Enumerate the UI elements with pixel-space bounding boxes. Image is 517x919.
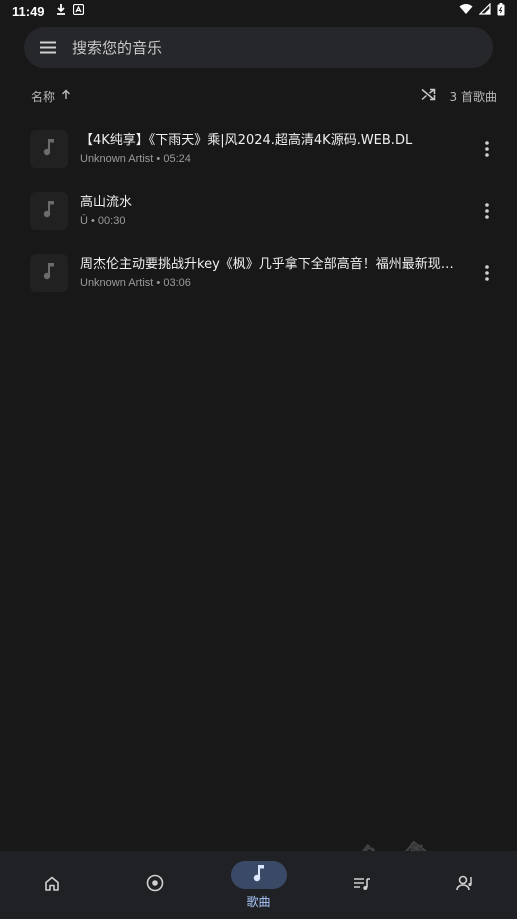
song-title: 周杰伦主动要挑战升key《枫》几乎拿下全部高音！福州最新现… xyxy=(80,257,454,272)
song-thumbnail xyxy=(30,130,68,168)
sort-row: 名称 3 首歌曲 xyxy=(0,84,517,108)
nav-albums[interactable] xyxy=(103,851,206,919)
nav-playlists[interactable] xyxy=(310,851,413,919)
song-subtitle: Ū • 00:30 xyxy=(80,215,126,227)
sort-by-name-button[interactable]: 名称 xyxy=(31,88,71,105)
song-thumbnail xyxy=(30,254,68,292)
song-subtitle: Unknown Artist • 05:24 xyxy=(80,153,191,165)
search-bar[interactable]: 搜索您的音乐 xyxy=(24,27,493,68)
arrow-up-icon xyxy=(61,89,71,103)
wifi-icon xyxy=(459,3,473,19)
song-title: 【4K纯享】《下雨天》乘|风2024.超高清4K源码.WEB.DL xyxy=(80,133,413,148)
playlist-icon xyxy=(353,876,371,895)
status-time: 11:49 xyxy=(12,3,45,19)
song-row[interactable]: 【4K纯享】《下雨天》乘|风2024.超高清4K源码.WEB.DL Unknow… xyxy=(0,118,517,180)
nav-songs[interactable]: 歌曲 xyxy=(207,851,310,919)
status-bar: 11:49 xyxy=(0,0,517,22)
app-notification-icon xyxy=(72,3,84,19)
music-note-icon xyxy=(43,262,55,284)
more-options-icon[interactable] xyxy=(475,134,499,164)
song-count: 3 首歌曲 xyxy=(449,89,497,104)
more-options-icon[interactable] xyxy=(475,258,499,288)
bottom-navigation: 歌曲 xyxy=(0,851,517,919)
download-icon xyxy=(55,3,67,19)
music-note-icon xyxy=(253,864,265,886)
music-note-icon xyxy=(43,200,55,222)
music-note-icon xyxy=(43,138,55,160)
signal-icon xyxy=(478,2,491,19)
nav-songs-label: 歌曲 xyxy=(246,894,271,909)
sort-label: 名称 xyxy=(31,89,56,104)
song-row[interactable]: 周杰伦主动要挑战升key《枫》几乎拿下全部高音！福州最新现… Unknown A… xyxy=(0,242,517,304)
album-disc-icon xyxy=(146,874,164,896)
nav-artists[interactable] xyxy=(414,851,517,919)
song-title: 高山流水 xyxy=(80,195,133,210)
home-icon xyxy=(44,876,60,895)
more-options-icon[interactable] xyxy=(475,196,499,226)
song-subtitle: Unknown Artist • 03:06 xyxy=(80,277,191,289)
shuffle-icon[interactable] xyxy=(421,88,436,104)
artist-icon xyxy=(456,875,474,895)
song-thumbnail xyxy=(30,192,68,230)
nav-home[interactable] xyxy=(0,851,103,919)
battery-icon xyxy=(497,2,505,20)
song-list: 【4K纯享】《下雨天》乘|风2024.超高清4K源码.WEB.DL Unknow… xyxy=(0,118,517,304)
song-row[interactable]: 高山流水 Ū • 00:30 xyxy=(0,180,517,242)
menu-icon[interactable] xyxy=(38,40,58,56)
search-input[interactable]: 搜索您的音乐 xyxy=(72,37,162,58)
